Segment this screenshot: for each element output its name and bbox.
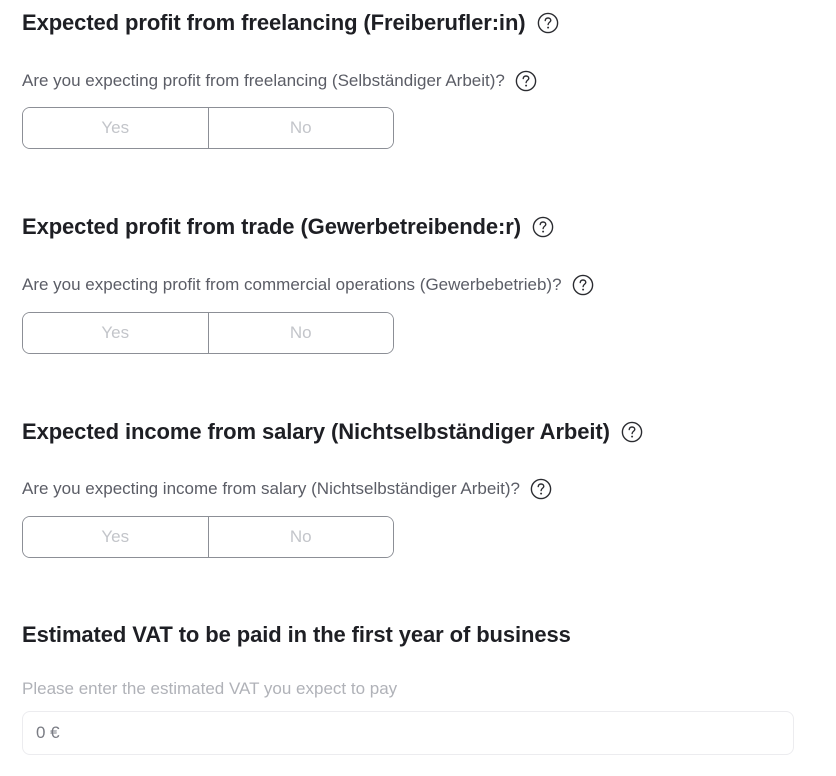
salary-section: Expected income from salary (Nichtselbst… [22, 417, 643, 447]
question-circle-icon[interactable] [537, 12, 559, 34]
trade-toggle-row: Yes No [22, 312, 394, 354]
question-circle-icon[interactable] [532, 216, 554, 238]
salary-question: Are you expecting income from salary (Ni… [22, 477, 552, 501]
freelancing-question: Are you expecting profit from freelancin… [22, 69, 537, 93]
question-circle-icon[interactable] [530, 478, 552, 500]
salary-yes-button[interactable]: Yes [23, 517, 208, 557]
vat-amount-input[interactable] [22, 711, 794, 755]
salary-no-button[interactable]: No [207, 517, 393, 557]
freelancing-question-row: Are you expecting profit from freelancin… [22, 69, 537, 93]
trade-yes-no-toggle: Yes No [22, 312, 394, 354]
freelancing-heading: Expected profit from freelancing (Freibe… [22, 8, 559, 38]
vat-heading-text: Estimated VAT to be paid in the first ye… [22, 622, 571, 647]
vat-section: Estimated VAT to be paid in the first ye… [22, 620, 571, 650]
question-circle-icon[interactable] [515, 70, 537, 92]
salary-heading-text: Expected income from salary (Nichtselbst… [22, 419, 610, 444]
trade-question-row: Are you expecting profit from commercial… [22, 273, 594, 297]
vat-heading: Estimated VAT to be paid in the first ye… [22, 620, 571, 650]
vat-input-row [22, 711, 794, 755]
vat-label-row: Please enter the estimated VAT you expec… [22, 677, 397, 701]
freelancing-yes-no-toggle: Yes No [22, 107, 394, 149]
trade-heading-text: Expected profit from trade (Gewerbetreib… [22, 214, 521, 239]
trade-yes-button[interactable]: Yes [23, 313, 208, 353]
freelancing-heading-text: Expected profit from freelancing (Freibe… [22, 10, 526, 35]
trade-section: Expected profit from trade (Gewerbetreib… [22, 212, 554, 242]
freelancing-toggle-row: Yes No [22, 107, 394, 149]
trade-no-button[interactable]: No [207, 313, 393, 353]
salary-question-text: Are you expecting income from salary (Ni… [22, 479, 520, 498]
salary-toggle-row: Yes No [22, 516, 394, 558]
freelancing-no-button[interactable]: No [207, 108, 393, 148]
freelancing-question-text: Are you expecting profit from freelancin… [22, 71, 505, 90]
salary-yes-no-toggle: Yes No [22, 516, 394, 558]
freelancing-yes-button[interactable]: Yes [23, 108, 208, 148]
salary-question-row: Are you expecting income from salary (Ni… [22, 477, 552, 501]
trade-question-text: Are you expecting profit from commercial… [22, 275, 562, 294]
trade-question: Are you expecting profit from commercial… [22, 273, 594, 297]
freelancing-section: Expected profit from freelancing (Freibe… [22, 8, 559, 38]
trade-heading: Expected profit from trade (Gewerbetreib… [22, 212, 554, 242]
question-circle-icon[interactable] [572, 274, 594, 296]
salary-heading: Expected income from salary (Nichtselbst… [22, 417, 643, 447]
vat-field-label: Please enter the estimated VAT you expec… [22, 679, 398, 698]
question-circle-icon[interactable] [621, 421, 643, 443]
